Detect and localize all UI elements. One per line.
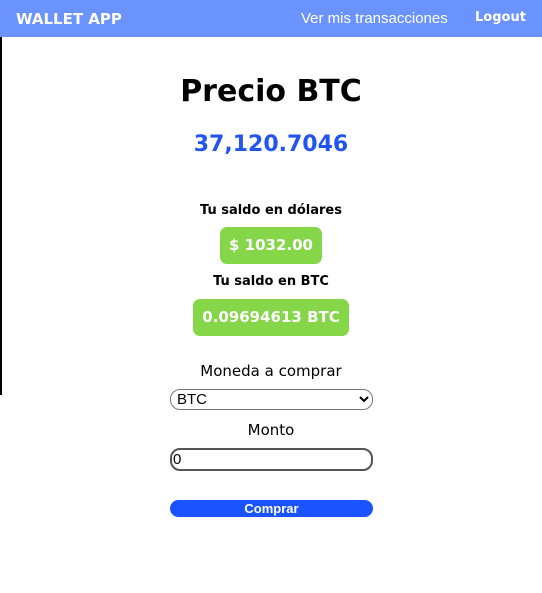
currency-select[interactable]: BTC bbox=[170, 389, 373, 410]
navbar: WALLET APP Ver mis transacciones Logout bbox=[0, 0, 542, 37]
buy-button[interactable]: Comprar bbox=[170, 500, 373, 517]
usd-balance-badge: $ 1032.00 bbox=[220, 227, 322, 264]
transactions-link[interactable]: Ver mis transacciones bbox=[301, 10, 448, 27]
logout-link[interactable]: Logout bbox=[475, 10, 526, 25]
page-title: Precio BTC bbox=[180, 74, 362, 109]
amount-label: Monto bbox=[247, 421, 295, 439]
btc-balance-label: Tu saldo en BTC bbox=[213, 274, 329, 289]
btc-balance-badge: 0.09694613 BTC bbox=[193, 299, 349, 336]
usd-balance-label: Tu saldo en dólares bbox=[200, 203, 342, 218]
currency-label: Moneda a comprar bbox=[200, 362, 342, 380]
amount-input[interactable] bbox=[170, 448, 373, 471]
brand-logo[interactable]: WALLET APP bbox=[16, 10, 122, 28]
btc-price: 37,120.7046 bbox=[193, 132, 349, 157]
